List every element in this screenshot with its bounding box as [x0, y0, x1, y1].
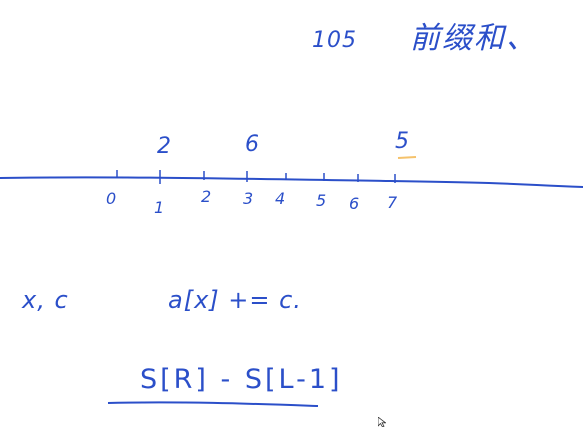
tick-label-0: 0	[106, 189, 117, 208]
note-assign: a[x] += c.	[168, 286, 302, 314]
value-at-7: 5	[395, 129, 409, 154]
note-x-c: x, c	[22, 286, 69, 314]
tick-label-2: 2	[201, 187, 212, 206]
mouse-pointer-icon	[378, 417, 386, 427]
prefix-sum-formula: S[R] - S[L-1]	[140, 364, 343, 395]
value-at-1: 2	[157, 134, 171, 159]
number-line	[0, 176, 583, 188]
tick-label-5: 5	[316, 191, 327, 210]
tick-label-1: 1	[154, 198, 165, 217]
formula-underline	[107, 401, 319, 407]
tick-label-7: 7	[387, 193, 398, 212]
whiteboard-canvas[interactable]: 105 前缀和、 2 6 5 0 1 2 3 4 5 6 7 x, c a[x]…	[0, 0, 583, 431]
value-at-3: 6	[245, 132, 259, 157]
highlight-mark	[397, 156, 417, 159]
tick-label-6: 6	[349, 194, 360, 213]
tick-label-3: 3	[243, 189, 254, 208]
tick-label-4: 4	[275, 189, 286, 208]
